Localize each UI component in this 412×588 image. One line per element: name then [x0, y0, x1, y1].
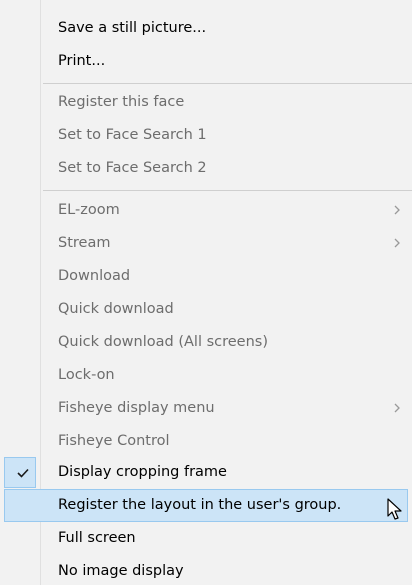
- menu-separator: [43, 190, 412, 191]
- menu-separator: [43, 83, 412, 84]
- menu-item-label: Save a still picture...: [58, 20, 207, 36]
- menu-item-quick-download-all-screens[interactable]: Quick download (All screens): [0, 326, 412, 359]
- menu-item-label: Stream: [58, 235, 111, 251]
- menu-item-label: Fisheye Control: [58, 433, 170, 449]
- menu-item-label: Display cropping frame: [58, 464, 227, 480]
- menu-item-label: Full screen: [58, 530, 136, 546]
- menu-item-download[interactable]: Download: [0, 260, 412, 293]
- menu-item-label: Set to Face Search 1: [58, 127, 207, 143]
- chevron-right-icon: [394, 403, 400, 413]
- check-icon: [17, 468, 29, 478]
- menu-item-save-still-picture[interactable]: Save a still picture...: [0, 12, 412, 45]
- menu-item-lock-on[interactable]: Lock-on: [0, 359, 412, 392]
- menu-item-label: No image display: [58, 563, 184, 579]
- chevron-right-icon: [394, 205, 400, 215]
- menu-item-display-cropping-frame[interactable]: Display cropping frame: [0, 456, 412, 489]
- menu-item-label: Set to Face Search 2: [58, 160, 207, 176]
- menu-item-full-screen[interactable]: Full screen: [0, 522, 412, 555]
- menu-item-label: Register this face: [58, 94, 185, 110]
- menu-item-label: Quick download (All screens): [58, 334, 268, 350]
- check-indicator: [4, 457, 36, 488]
- mouse-pointer-icon: [387, 498, 402, 520]
- menu-item-set-face-search-2[interactable]: Set to Face Search 2: [0, 152, 412, 185]
- menu-item-register-layout-user-group[interactable]: Register the layout in the user's group.: [0, 489, 412, 522]
- menu-item-quick-download[interactable]: Quick download: [0, 293, 412, 326]
- menu-item-label: Lock-on: [58, 367, 115, 383]
- menu-item-el-zoom[interactable]: EL-zoom: [0, 194, 412, 227]
- menu-item-label: Fisheye display menu: [58, 400, 215, 416]
- menu-item-label: Register the layout in the user's group.: [58, 497, 342, 513]
- menu-item-fisheye-control[interactable]: Fisheye Control: [0, 425, 412, 458]
- menu-item-label: Download: [58, 268, 131, 284]
- menu-item-label: Print...: [58, 53, 106, 69]
- context-menu: Save a still picture... Print... Registe…: [0, 0, 412, 585]
- menu-item-print[interactable]: Print...: [0, 45, 412, 78]
- menu-item-fisheye-display-menu[interactable]: Fisheye display menu: [0, 392, 412, 425]
- menu-item-register-this-face[interactable]: Register this face: [0, 86, 412, 119]
- menu-item-label: Quick download: [58, 301, 174, 317]
- chevron-right-icon: [394, 238, 400, 248]
- menu-item-label: EL-zoom: [58, 202, 120, 218]
- menu-item-no-image-display[interactable]: No image display: [0, 555, 412, 588]
- menu-item-set-face-search-1[interactable]: Set to Face Search 1: [0, 119, 412, 152]
- menu-item-stream[interactable]: Stream: [0, 227, 412, 260]
